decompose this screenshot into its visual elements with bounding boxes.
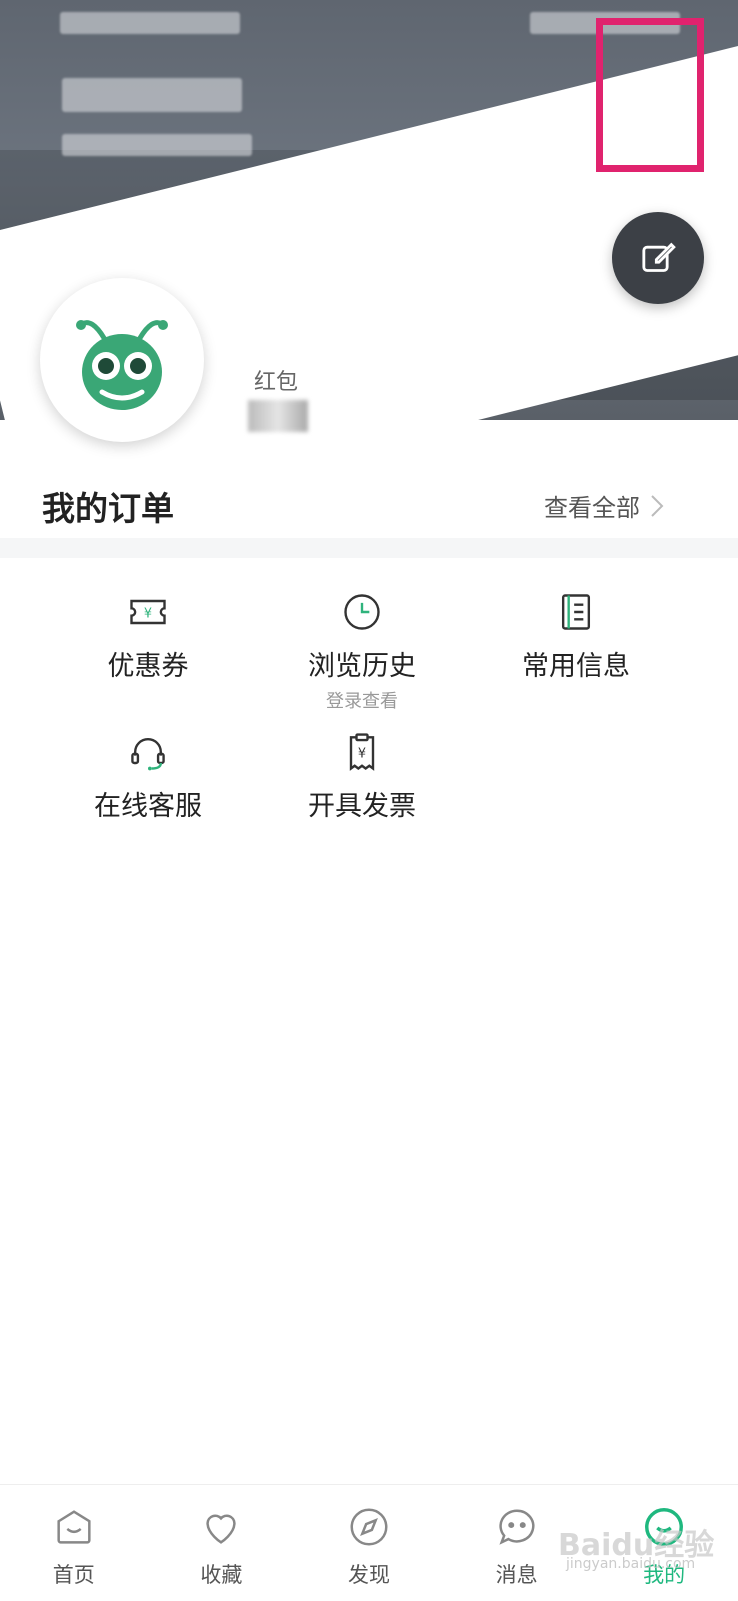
svg-text:¥: ¥ bbox=[358, 747, 366, 762]
baidu-watermark-url: jingyan.baidu.com bbox=[566, 1556, 696, 1572]
headset-icon bbox=[131, 737, 165, 771]
service-label: 在线客服 bbox=[94, 791, 202, 822]
service-online-support[interactable]: 在线客服 bbox=[58, 728, 238, 823]
service-issue-invoice[interactable]: ¥ 开具发票 bbox=[272, 728, 452, 823]
home-icon bbox=[57, 1510, 91, 1544]
mascot-ant-icon bbox=[76, 320, 168, 410]
svg-text:¥: ¥ bbox=[144, 607, 152, 622]
hongbao-value-blurred bbox=[248, 400, 308, 432]
view-all-label: 查看全部 bbox=[544, 494, 640, 522]
user-subtitle-blurred bbox=[62, 134, 252, 156]
tab-label: 首页 bbox=[52, 1563, 95, 1587]
chevron-right-icon bbox=[651, 494, 664, 517]
my-orders-title: 我的订单 bbox=[42, 489, 174, 528]
status-bar-left-blurred bbox=[60, 12, 240, 34]
service-label: 浏览历史 bbox=[308, 651, 416, 682]
hongbao-label: 红包 bbox=[254, 370, 299, 395]
service-coupon[interactable]: ¥ 优惠券 bbox=[58, 588, 238, 683]
service-label: 优惠券 bbox=[107, 651, 189, 682]
tab-favorites[interactable]: 收藏 bbox=[148, 1485, 296, 1601]
service-label: 常用信息 bbox=[522, 651, 630, 682]
service-browse-history[interactable]: 浏览历史 登录查看 bbox=[272, 588, 452, 713]
tab-home[interactable]: 首页 bbox=[0, 1485, 148, 1601]
avatar[interactable] bbox=[40, 278, 204, 442]
compass-icon bbox=[350, 1508, 388, 1546]
service-label: 开具发票 bbox=[308, 791, 416, 822]
coupon-icon: ¥ bbox=[130, 599, 166, 625]
tab-label: 消息 bbox=[495, 1563, 538, 1587]
invoice-icon: ¥ bbox=[349, 733, 375, 771]
notebook-icon bbox=[561, 594, 591, 630]
tab-label: 收藏 bbox=[200, 1563, 243, 1587]
username-blurred bbox=[62, 78, 242, 112]
view-all-orders-link[interactable]: 查看全部 bbox=[544, 488, 664, 523]
section-divider bbox=[0, 538, 738, 558]
clock-icon bbox=[344, 594, 380, 630]
heart-icon bbox=[206, 1514, 237, 1544]
edit-profile-button[interactable] bbox=[612, 212, 704, 304]
service-common-info[interactable]: 常用信息 bbox=[486, 588, 666, 683]
edit-icon bbox=[642, 242, 676, 272]
service-sublabel: 登录查看 bbox=[326, 691, 398, 712]
chat-icon bbox=[498, 1509, 535, 1545]
settings-button[interactable] bbox=[627, 75, 671, 119]
tab-label: 发现 bbox=[347, 1563, 390, 1587]
tab-discover[interactable]: 发现 bbox=[295, 1485, 443, 1601]
gear-icon bbox=[635, 78, 663, 116]
